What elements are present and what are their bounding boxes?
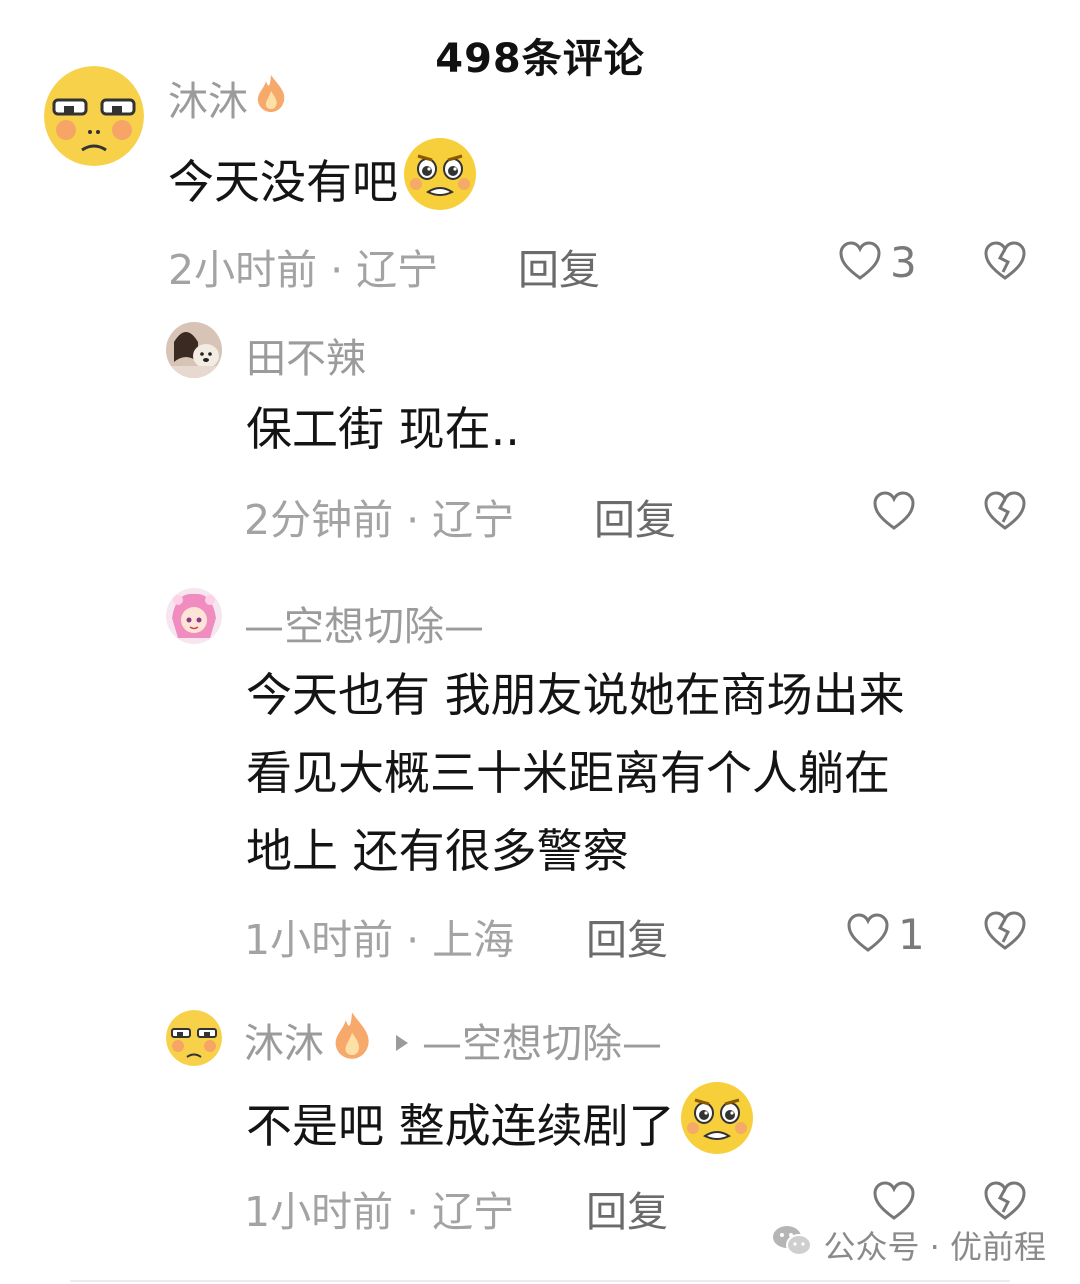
like-count: 1	[898, 910, 925, 959]
fire-icon	[330, 1010, 374, 1070]
dislike-button[interactable]	[982, 490, 1028, 536]
pleading-face-emoji	[679, 1080, 755, 1179]
comment-username[interactable]: 田不辣	[246, 326, 366, 384]
like-button[interactable]: 1	[846, 910, 925, 959]
heart-outline-icon	[872, 490, 916, 536]
like-button[interactable]: 3	[838, 238, 917, 287]
reply-to-username[interactable]: —空想切除—	[422, 1011, 662, 1069]
fire-icon	[254, 73, 288, 123]
reply-button[interactable]: 回复	[594, 486, 676, 546]
comment-text: 今天也有 我朋友说她在商场出来 看见大概三十米距离有个人躺在 地上 还有很多警察	[246, 656, 905, 890]
reply-button[interactable]: 回复	[518, 236, 600, 296]
avatar[interactable]	[166, 588, 222, 644]
pleading-face-emoji	[402, 136, 478, 235]
comment-meta: 1小时前 · 上海	[244, 916, 515, 964]
watermark: 公众号 · 优前程	[771, 1222, 1046, 1268]
avatar[interactable]	[166, 322, 222, 378]
dislike-button[interactable]	[982, 910, 1028, 956]
reply-arrow-icon	[394, 1017, 410, 1063]
broken-heart-icon	[982, 491, 1028, 536]
comment-meta: 2分钟前 · 辽宁	[244, 496, 515, 544]
heart-outline-icon	[838, 240, 882, 286]
wechat-icon	[771, 1223, 813, 1267]
comment-text-line: 今天也有 我朋友说她在商场出来	[246, 668, 905, 722]
comment-username[interactable]: 沐沐 —空想切除—	[244, 1011, 662, 1069]
avatar[interactable]	[166, 1010, 222, 1066]
comment-text-line: 地上 还有很多警察	[246, 824, 629, 878]
dislike-button[interactable]	[982, 1180, 1028, 1226]
comment-text: 保工街 现在..	[246, 402, 520, 456]
like-button[interactable]	[872, 1180, 924, 1226]
reply-button[interactable]: 回复	[586, 906, 668, 966]
broken-heart-icon	[982, 241, 1028, 286]
reply-button[interactable]: 回复	[586, 1178, 668, 1238]
comment-username[interactable]: —空想切除—	[244, 594, 484, 652]
broken-heart-icon	[982, 911, 1028, 956]
comment-text-line: 看见大概三十米距离有个人躺在	[246, 746, 890, 800]
dislike-button[interactable]	[982, 240, 1028, 286]
page-title: 498条评论	[435, 36, 645, 82]
watermark-text: 公众号 · 优前程	[823, 1228, 1046, 1266]
divider	[70, 1280, 1010, 1282]
comment-meta: 1小时前 · 辽宁	[244, 1188, 515, 1236]
comment-text: 今天没有吧	[168, 136, 478, 235]
comment-text: 不是吧 整成连续剧了	[246, 1080, 755, 1179]
like-button[interactable]	[872, 490, 924, 536]
avatar[interactable]	[44, 66, 144, 166]
comment-meta: 2小时前 · 辽宁	[168, 246, 439, 294]
heart-outline-icon	[846, 912, 890, 958]
heart-outline-icon	[872, 1180, 916, 1226]
like-count: 3	[890, 238, 917, 287]
comment-username[interactable]: 沐沐	[168, 73, 288, 125]
